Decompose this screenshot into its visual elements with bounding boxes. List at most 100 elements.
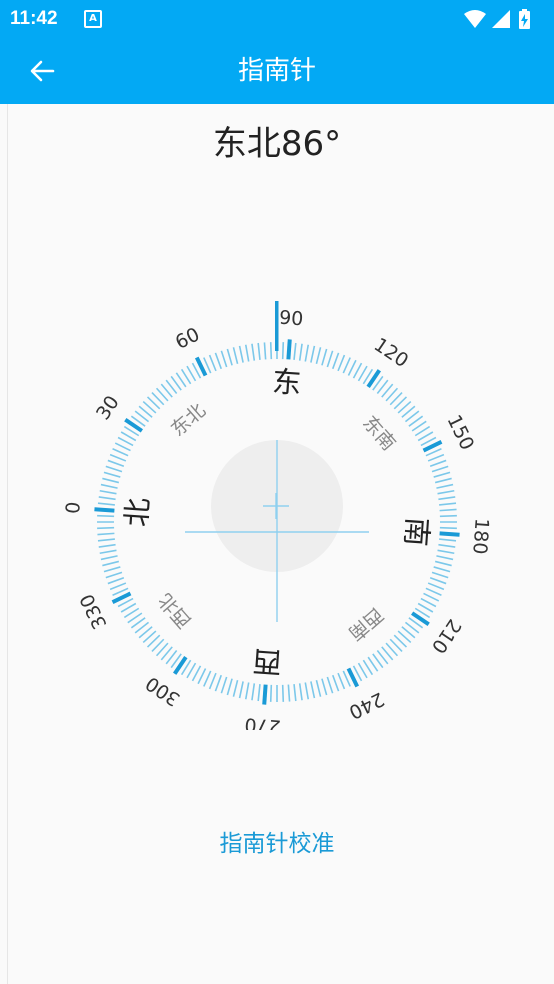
tick — [97, 538, 115, 542]
tick — [257, 342, 261, 360]
tick — [105, 571, 123, 579]
tick — [98, 543, 116, 548]
degree-label-30: 30 — [92, 392, 124, 424]
tick — [100, 483, 118, 489]
tick — [433, 471, 451, 478]
degree-label-90: 90 — [278, 307, 304, 331]
degree-label-60: 60 — [172, 323, 203, 353]
cardinal-south: 南 — [399, 516, 435, 547]
tick — [310, 345, 316, 363]
tick — [315, 347, 322, 365]
tick — [117, 436, 134, 447]
tick — [203, 670, 212, 687]
tick — [352, 362, 363, 379]
tick — [238, 681, 244, 699]
tick — [107, 576, 125, 585]
tick — [102, 560, 120, 567]
tick — [99, 549, 117, 555]
degree-label-330: 330 — [76, 590, 112, 632]
degree-label-150: 150 — [443, 411, 479, 453]
tick — [191, 665, 202, 682]
tick — [423, 592, 440, 602]
intercardinal-northwest: 西北 — [154, 589, 196, 632]
tick — [244, 344, 250, 362]
tick — [226, 348, 233, 366]
tick — [197, 668, 207, 685]
tick — [431, 465, 449, 473]
tick — [427, 453, 445, 462]
tick — [293, 342, 297, 360]
calibrate-link[interactable]: 指南针校准 — [0, 824, 554, 858]
tick — [105, 465, 123, 473]
degree-label-300: 300 — [142, 672, 184, 711]
degree-label-0: 0 — [62, 501, 85, 515]
tick — [232, 679, 239, 697]
tick — [439, 538, 457, 542]
tick — [214, 674, 223, 692]
tick — [244, 682, 250, 700]
intercardinal-northeast: 东北 — [167, 399, 210, 441]
status-time: 11:42 — [10, 8, 58, 29]
tick — [102, 477, 120, 484]
app-bar: 指南针 — [0, 38, 554, 104]
degree-label-240: 240 — [345, 688, 387, 724]
tick — [438, 496, 456, 501]
tick — [293, 684, 297, 702]
cardinal-west: 西 — [252, 644, 283, 680]
signal-icon — [492, 10, 510, 28]
tick — [347, 359, 357, 376]
tick — [109, 453, 127, 462]
tick — [434, 560, 452, 567]
tick — [429, 459, 447, 468]
tick — [287, 684, 291, 702]
tick — [439, 502, 457, 506]
degree-label-120: 120 — [370, 334, 412, 373]
tick — [310, 681, 316, 699]
cardinal-east: 东 — [271, 364, 302, 400]
tick — [298, 683, 303, 701]
tick — [97, 502, 115, 506]
tick — [436, 483, 454, 489]
tick — [439, 508, 457, 512]
tick — [438, 543, 456, 548]
tick — [103, 471, 121, 478]
tick — [437, 549, 455, 555]
tick — [321, 678, 328, 696]
cardinal-north: 北 — [119, 497, 155, 528]
degree-label-210: 210 — [427, 615, 466, 657]
tick — [98, 496, 116, 501]
tick — [326, 350, 334, 368]
tick — [439, 514, 457, 518]
tick — [425, 587, 442, 596]
tick — [112, 448, 129, 457]
tick — [420, 597, 437, 608]
tick — [107, 459, 125, 468]
tick — [109, 582, 127, 591]
status-bar: 11:42 A — [0, 0, 554, 38]
tick — [97, 532, 115, 536]
tick — [220, 676, 228, 694]
tick — [427, 582, 445, 591]
intercardinal-southeast: 东南 — [358, 412, 400, 455]
battery-charging-icon — [519, 9, 530, 29]
tick — [304, 344, 310, 362]
tick — [99, 489, 117, 495]
status-icons — [464, 9, 530, 29]
tick — [238, 345, 244, 363]
tick — [269, 342, 273, 360]
tick — [97, 526, 115, 530]
major-tick — [94, 507, 115, 513]
tick — [434, 477, 452, 484]
tick — [298, 343, 303, 361]
tick — [220, 350, 228, 368]
tick — [326, 676, 334, 694]
tick — [437, 489, 455, 495]
tick — [97, 514, 115, 518]
crosshair — [185, 440, 369, 622]
tick — [269, 684, 273, 702]
tick — [214, 352, 223, 370]
tick — [251, 683, 256, 701]
compass-dial: 0 30 60 90 120 150 180 210 240 270 300 330 北 东南西 东北 东南西… — [62, 301, 493, 730]
degree-label-180: 180 — [468, 517, 492, 555]
major-tick — [439, 531, 460, 537]
